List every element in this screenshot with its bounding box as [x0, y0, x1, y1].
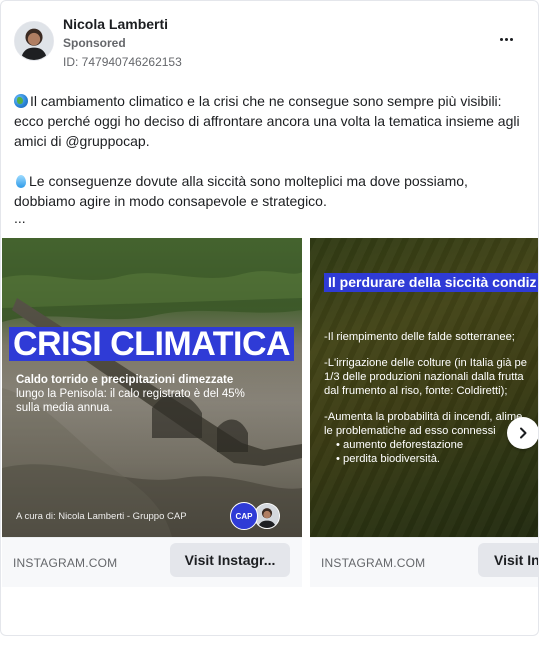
card-1-domain: INSTAGRAM.COM [13, 556, 118, 570]
card-2-line-4: dal frumento al riso, fonte: Coldiretti)… [324, 385, 508, 397]
card-1-subtitle-text: lungo la Penisola: il calo registrato è … [16, 388, 245, 414]
card-1-visit-button[interactable]: Visit Instagr... [170, 543, 290, 577]
ad-id: ID: 747940746262153 [63, 55, 182, 69]
card-1-headline: CRISI CLIMATICA [9, 327, 295, 361]
card-2-visit-button[interactable]: Visit Ins [478, 543, 538, 577]
droplet-icon [16, 175, 26, 188]
chevron-right-icon [520, 427, 527, 439]
paragraph-1-text: Il cambiamento climatico e la crisi che … [14, 93, 520, 149]
paragraph-2-text: Le conseguenze dovute alla siccità sono … [14, 173, 468, 209]
card-2-line-2: -L'irrigazione delle colture (in Italia … [324, 357, 527, 369]
carousel-card-2[interactable]: Il perdurare della siccità condiz -Il ri… [310, 238, 538, 587]
card-2-line-1: -Il riempimento delle falde sotterranee; [324, 331, 515, 343]
cap-logo: CAP [230, 502, 258, 530]
carousel-image-2[interactable]: Il perdurare della siccità condiz -Il ri… [310, 238, 538, 537]
card-1-subtitle: Caldo torrido e precipitazioni dimezzate… [16, 373, 266, 415]
sponsored-post-card: Nicola Lamberti Sponsored ID: 7479407462… [0, 0, 539, 636]
author-name[interactable]: Nicola Lamberti [63, 16, 168, 32]
card-1-credit: A cura di: Nicola Lamberti - Gruppo CAP [16, 511, 187, 522]
sponsored-label: Sponsored [63, 36, 126, 50]
card-2-cta-row: INSTAGRAM.COM Visit Ins [310, 537, 538, 587]
globe-icon [14, 94, 28, 108]
carousel-next-button[interactable] [507, 417, 538, 449]
card-1-logos: CAP [230, 501, 280, 531]
card-1-cta-row: INSTAGRAM.COM Visit Instagr... [2, 537, 302, 587]
card-2-headline: Il perdurare della siccità condiz [324, 273, 538, 292]
post-body: Il cambiamento climatico e la crisi che … [14, 91, 524, 225]
card-2-bullet-1: aumento deforestazione [324, 438, 538, 452]
card-1-subtitle-bold: Caldo torrido e precipitazioni dimezzate [16, 374, 234, 386]
card-2-line-3: 1/3 delle produzioni nazionali dalla fru… [324, 371, 524, 383]
cap-logo-text: CAP [235, 511, 253, 521]
more-options-icon[interactable] [496, 29, 516, 49]
post-paragraph-1: Il cambiamento climatico e la crisi che … [14, 91, 524, 151]
card-2-bullet-2: perdita biodiversità. [324, 452, 538, 466]
ad-carousel: CRISI CLIMATICA Caldo torrido e precipit… [1, 238, 538, 588]
card-2-line-5: -Aumenta la probabilità di incendi, alim… [324, 411, 523, 423]
card-2-list: -Il riempimento delle falde sotterranee;… [324, 330, 538, 466]
see-more-ellipsis[interactable]: ... [14, 211, 524, 225]
card-2-domain: INSTAGRAM.COM [321, 556, 426, 570]
carousel-card-1[interactable]: CRISI CLIMATICA Caldo torrido e precipit… [2, 238, 302, 587]
post-paragraph-2: Le conseguenze dovute alla siccità sono … [14, 171, 524, 211]
author-avatar[interactable] [14, 21, 54, 61]
carousel-image-1[interactable]: CRISI CLIMATICA Caldo torrido e precipit… [2, 238, 302, 537]
